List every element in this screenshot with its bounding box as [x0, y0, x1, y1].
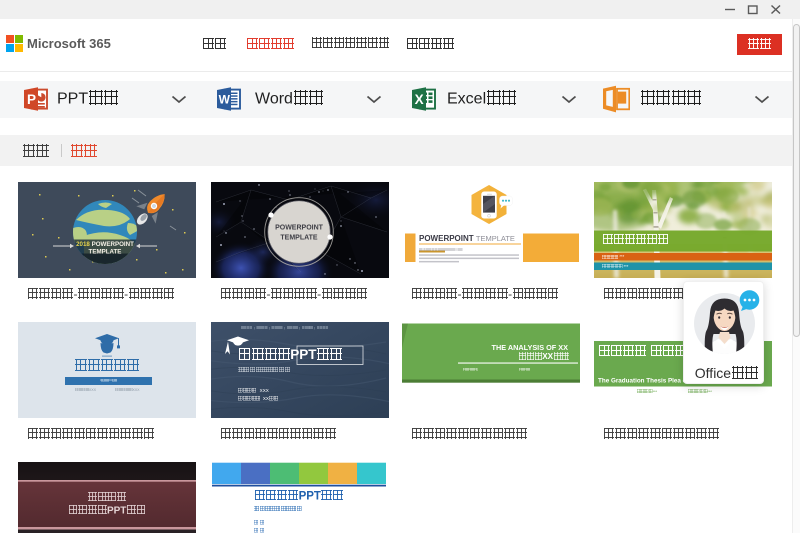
svg-text:POWERPOINT TEMPLATE: POWERPOINT TEMPLATE — [419, 234, 515, 243]
svg-text:W: W — [219, 93, 231, 107]
svg-text:POWERPOINT: POWERPOINT — [275, 225, 324, 232]
svg-text:THE ANALYSIS OF XX: THE ANALYSIS OF XX — [492, 343, 569, 352]
svg-text:2018 POWERPOINT: 2018 POWERPOINT — [76, 241, 134, 248]
svg-text:P: P — [27, 92, 36, 107]
svg-text:X: X — [415, 92, 424, 107]
svg-text:TEMPLATE: TEMPLATE — [280, 235, 318, 242]
svg-text:TEMPLATE: TEMPLATE — [89, 249, 122, 256]
